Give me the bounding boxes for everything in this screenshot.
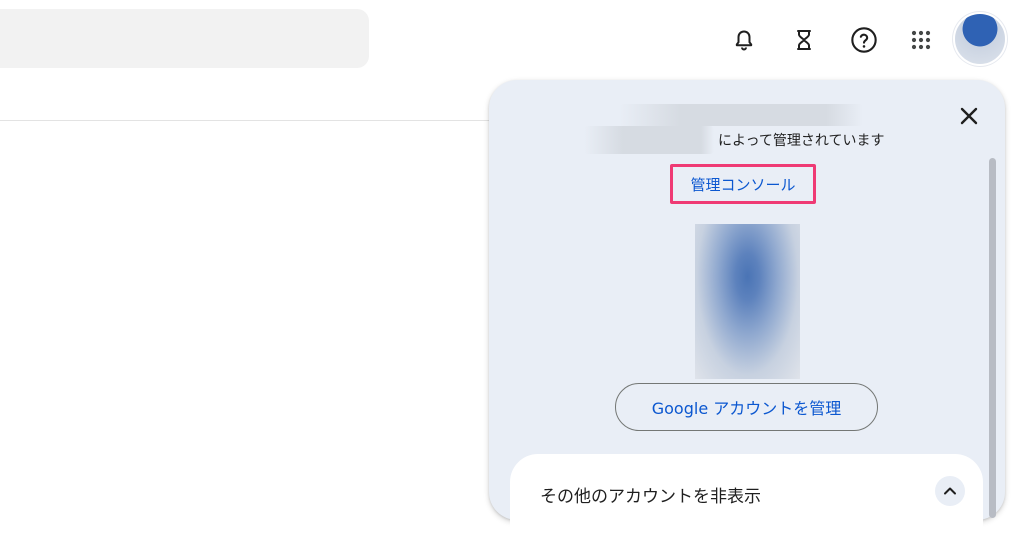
bell-icon [735,30,753,51]
redacted-organization-name [619,104,863,126]
managed-by-text: によって管理されています [718,133,885,149]
collapse-button[interactable] [935,476,965,506]
hourglass-button[interactable] [784,20,824,60]
account-avatar[interactable] [955,14,1005,64]
other-accounts-label: その他のアカウントを非表示 [540,487,761,507]
admin-console-link[interactable]: 管理コンソール [670,164,816,204]
profile-photo [695,224,800,379]
header-divider [0,120,500,121]
help-button[interactable] [844,20,884,60]
close-icon [960,107,978,125]
notifications-button[interactable] [724,20,764,60]
account-popup: によって管理されています 管理コンソール Google アカウントを管理 その他… [489,80,1005,534]
popup-scrollbar[interactable] [989,158,996,518]
close-button[interactable] [955,102,983,130]
chevron-up-icon [944,487,956,495]
apps-button[interactable] [901,20,941,60]
apps-grid-icon [911,30,931,50]
redacted-domain [584,126,714,154]
search-bar[interactable] [0,9,369,68]
help-icon [851,27,877,53]
hourglass-icon [797,30,811,50]
manage-google-account-button[interactable]: Google アカウントを管理 [615,383,878,431]
other-accounts-toggle[interactable]: その他のアカウントを非表示 [510,454,983,534]
